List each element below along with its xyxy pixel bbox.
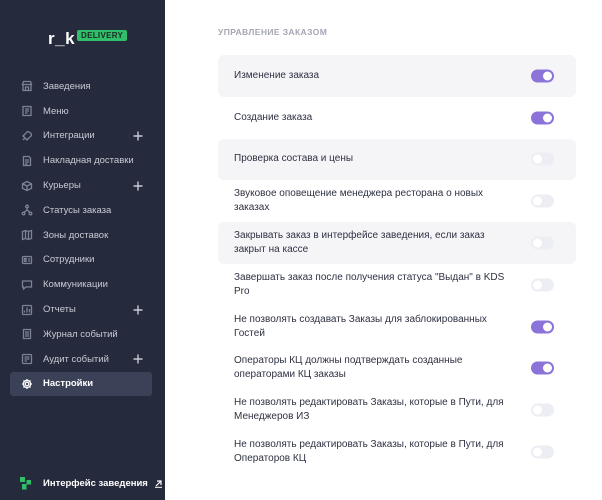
logo[interactable]: r_k DELIVERY xyxy=(48,29,128,49)
setting-row: Звуковое оповещение менеджера ресторана … xyxy=(218,180,576,222)
sidebar-item-2[interactable]: Интеграции xyxy=(10,124,152,149)
sidebar-item-5[interactable]: Статусы заказа xyxy=(10,198,152,223)
journal-icon xyxy=(20,328,33,341)
sidebar-item-label: Зоны доставок xyxy=(43,229,109,241)
setting-toggle[interactable] xyxy=(531,403,554,417)
expand-plus-icon[interactable] xyxy=(132,353,144,365)
id-card-icon xyxy=(20,253,33,266)
setting-row: Проверка состава и цены xyxy=(218,138,576,181)
sidebar-item-0[interactable]: Заведения xyxy=(10,74,152,99)
sidebar-item-label: Заведения xyxy=(43,80,91,92)
sidebar-item-label: Накладная доставки xyxy=(43,155,134,167)
expand-plus-icon[interactable] xyxy=(132,180,144,192)
map-icon xyxy=(20,229,33,242)
external-link-icon xyxy=(154,480,162,488)
setting-row: Завершать заказ после получения статуса … xyxy=(218,264,576,306)
setting-toggle[interactable] xyxy=(531,194,554,208)
section-title: УПРАВЛЕНИЕ ЗАКАЗОМ xyxy=(218,27,328,37)
setting-row: Не позволять редактировать Заказы, котор… xyxy=(218,389,576,431)
cube-icon xyxy=(20,179,33,192)
sidebar-item-label: Статусы заказа xyxy=(43,204,112,216)
chat-icon xyxy=(20,278,33,291)
logo-badge: DELIVERY xyxy=(77,29,128,41)
sidebar-item-label: Коммуникации xyxy=(43,279,108,291)
document-icon xyxy=(20,154,33,167)
setting-label: Не позволять редактировать Заказы, котор… xyxy=(234,439,504,465)
setting-label: Изменение заказа xyxy=(234,69,320,81)
setting-row: Операторы КЦ должны подтверждать созданн… xyxy=(218,348,576,390)
setting-label: Звуковое оповещение менеджера ресторана … xyxy=(234,188,484,214)
setting-toggle[interactable] xyxy=(531,320,554,334)
gear-icon xyxy=(20,377,33,390)
sidebar-item-label: Журнал событий xyxy=(43,328,118,340)
sidebar-item-3[interactable]: Накладная доставки xyxy=(10,148,152,173)
setting-label: Завершать заказ после получения статуса … xyxy=(234,271,505,297)
venue-interface-label: Интерфейс заведения xyxy=(43,478,148,489)
flow-icon xyxy=(20,204,33,217)
sidebar-nav: Заведения Меню Интеграции Накладная доставк… xyxy=(10,74,152,397)
sidebar-item-7[interactable]: Сотрудники xyxy=(10,248,152,273)
setting-row: Не позволять создавать Заказы для заблок… xyxy=(218,306,576,348)
sidebar-item-11[interactable]: Аудит событий xyxy=(10,347,152,372)
setting-label: Проверка состава и цены xyxy=(234,153,354,165)
sidebar-item-9[interactable]: Отчеты xyxy=(10,297,152,322)
settings-list: Изменение заказа Создание заказа Проверка … xyxy=(218,55,576,473)
rocket-icon xyxy=(20,129,33,142)
sidebar-item-8[interactable]: Коммуникации xyxy=(10,272,152,297)
sidebar-item-label: Меню xyxy=(43,105,69,117)
venue-interface-link[interactable]: Интерфейс заведения xyxy=(20,477,163,490)
main-content: УПРАВЛЕНИЕ ЗАКАЗОМ Изменение заказа Созда… xyxy=(165,0,602,500)
setting-toggle[interactable] xyxy=(531,111,554,125)
expand-plus-icon[interactable] xyxy=(132,130,144,142)
setting-label: Операторы КЦ должны подтверждать созданн… xyxy=(234,355,463,381)
sidebar: r_k DELIVERY Заведения Меню Интеграции Накл… xyxy=(0,0,165,500)
setting-label: Не позволять редактировать Заказы, котор… xyxy=(234,397,504,423)
sidebar-item-label: Интеграции xyxy=(43,130,95,142)
sidebar-item-label: Настройки xyxy=(43,378,94,390)
setting-toggle[interactable] xyxy=(531,361,554,375)
sidebar-item-6[interactable]: Зоны доставок xyxy=(10,223,152,248)
setting-label: Не позволять создавать Заказы для заблок… xyxy=(234,313,487,339)
setting-toggle[interactable] xyxy=(531,152,554,166)
setting-row: Закрывать заказ в интерфейсе заведения, … xyxy=(218,222,576,264)
setting-row: Изменение заказа xyxy=(218,55,576,97)
sidebar-item-label: Курьеры xyxy=(43,180,81,192)
expand-plus-icon[interactable] xyxy=(132,304,144,316)
audit-icon xyxy=(20,353,33,366)
setting-row: Создание заказа xyxy=(218,97,576,139)
setting-toggle[interactable] xyxy=(531,236,554,250)
logo-text: r_k xyxy=(48,29,76,48)
sidebar-item-label: Аудит событий xyxy=(43,353,109,365)
setting-row: Не позволять редактировать Заказы, котор… xyxy=(218,431,576,473)
sidebar-item-12[interactable]: Настройки xyxy=(10,371,152,397)
store-icon xyxy=(20,80,33,93)
report-icon xyxy=(20,303,33,316)
sidebar-item-4[interactable]: Курьеры xyxy=(10,173,152,198)
setting-label: Закрывать заказ в интерфейсе заведения, … xyxy=(234,230,485,256)
setting-toggle[interactable] xyxy=(531,69,554,83)
menu-book-icon xyxy=(20,105,33,118)
setting-toggle[interactable] xyxy=(531,445,554,459)
sidebar-item-label: Отчеты xyxy=(43,304,76,316)
sidebar-item-1[interactable]: Меню xyxy=(10,99,152,124)
setting-toggle[interactable] xyxy=(531,278,554,292)
setting-label: Создание заказа xyxy=(234,111,313,123)
sidebar-item-label: Сотрудники xyxy=(43,254,95,266)
venue-interface-icon xyxy=(20,477,31,490)
sidebar-item-10[interactable]: Журнал событий xyxy=(10,322,152,347)
